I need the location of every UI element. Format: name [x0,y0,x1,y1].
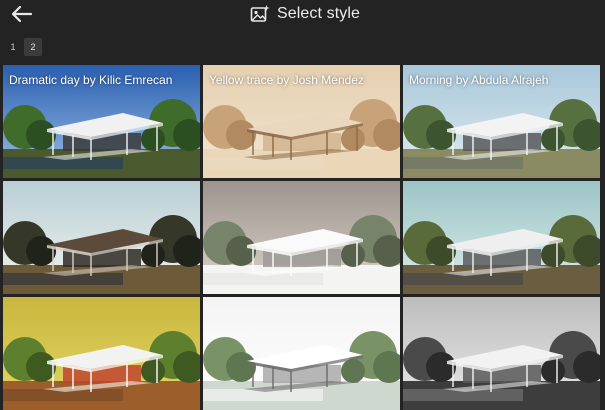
style-label: Yellow trace by Josh Mendez [209,73,364,87]
style-label: Morning by Abdula Alrajeh [409,73,549,87]
style-grid: Dramatic day by Kilic Emrecan Yellow tra… [3,65,601,410]
page-button-1[interactable]: 1 [4,38,22,56]
style-tile-teal[interactable] [403,181,600,294]
style-label: Dramatic day by Kilic Emrecan [9,73,173,87]
style-tile-morning[interactable]: Morning by Abdula Alrajeh [403,65,600,178]
style-tile-white-sketch[interactable] [203,297,400,410]
header-bar: Select style [0,0,605,32]
style-tile-monochrome[interactable] [403,297,600,410]
style-thumbnail [203,181,400,294]
style-thumbnail [3,181,200,294]
style-thumbnail [203,297,400,410]
page-title: Select style [277,5,361,22]
style-tile-yellow-trace[interactable]: Yellow trace by Josh Mendez [203,65,400,178]
style-thumbnail [403,297,600,410]
style-thumbnail [3,297,200,410]
pagination: 1 2 [4,38,42,56]
arrow-left-icon [11,5,33,23]
style-tile-dramatic-day[interactable]: Dramatic day by Kilic Emrecan [3,65,200,178]
style-tile-white-model[interactable] [203,181,400,294]
style-tile-yellow-pop[interactable] [3,297,200,410]
page-button-2[interactable]: 2 [24,38,42,56]
back-button[interactable] [9,3,35,25]
image-sparkle-icon [250,5,270,22]
style-thumbnail [403,181,600,294]
title-group: Select style [250,2,360,26]
style-tile-dusk[interactable] [3,181,200,294]
